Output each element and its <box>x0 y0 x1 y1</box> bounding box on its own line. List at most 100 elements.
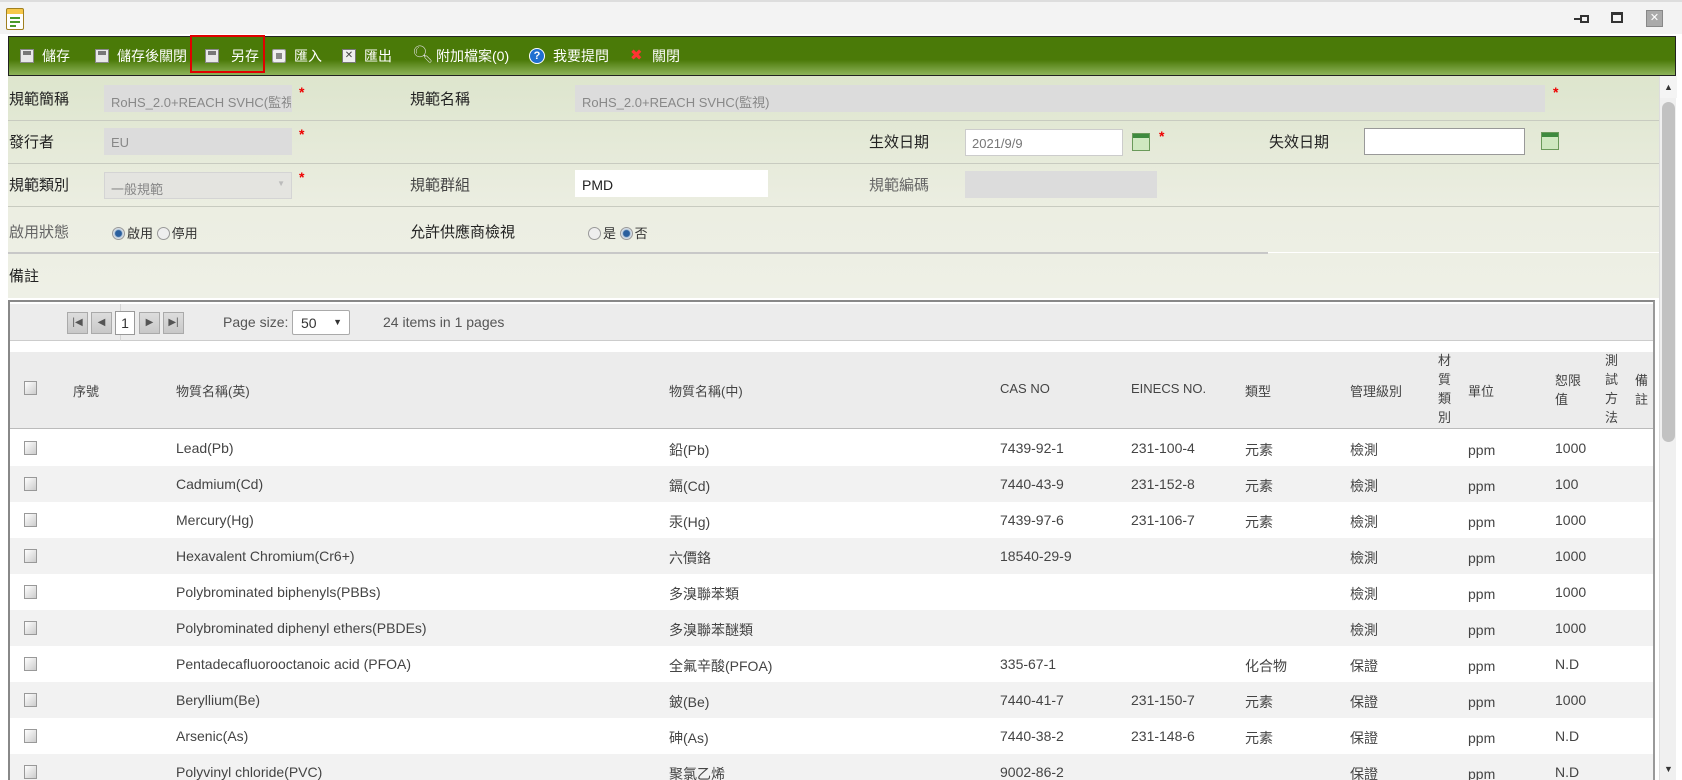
row-checkbox[interactable] <box>24 621 37 635</box>
cell-en: Polybrominated biphenyls(PBBs) <box>176 584 381 600</box>
table-row[interactable]: Pentadecafluorooctanoic acid (PFOA) 全氟辛酸(… <box>10 646 1653 682</box>
col-type[interactable]: 類型 <box>1245 381 1271 400</box>
cell-zh: 鈹(Be) <box>669 694 710 710</box>
col-seq[interactable]: 序號 <box>73 381 99 400</box>
scrollbar-thumb[interactable] <box>1662 102 1675 442</box>
col-unit[interactable]: 單位 <box>1468 381 1494 400</box>
status-enabled-radio[interactable] <box>112 227 125 240</box>
cell-en: Polyvinyl chloride(PVC) <box>176 764 323 780</box>
page-scrollbar[interactable]: ▲ ▼ <box>1659 76 1677 780</box>
row-checkbox[interactable] <box>24 693 37 707</box>
row-checkbox[interactable] <box>24 441 37 455</box>
effective-date-input[interactable]: 2021/9/9 <box>965 129 1123 156</box>
status-disabled-radio[interactable] <box>156 227 170 240</box>
remark-label: 備註 <box>9 268 40 285</box>
maximize-icon[interactable] <box>1611 12 1623 23</box>
cell-cas: 335-67-1 <box>1000 656 1057 672</box>
last-page-icon[interactable]: ▶| <box>163 312 184 334</box>
cell-limit: 1000 <box>1555 548 1587 564</box>
row-checkbox[interactable] <box>24 765 37 779</box>
col-remark[interactable]: 備註 <box>1635 371 1649 409</box>
import-button[interactable]: 匯入 <box>272 43 322 69</box>
col-cas[interactable]: CAS NO <box>1000 381 1050 396</box>
cell-en: Beryllium(Be) <box>176 692 261 708</box>
row-checkbox[interactable] <box>24 549 37 563</box>
col-level[interactable]: 管理級別 <box>1350 381 1402 400</box>
col-limit[interactable]: 恕限值 <box>1555 371 1583 409</box>
group-input[interactable]: PMD <box>575 170 768 197</box>
table-row[interactable]: Lead(Pb) 鉛(Pb) 7439-92-1 231-100-4 元素 檢測 ppm 10… <box>10 430 1653 466</box>
col-test-method[interactable]: 測試方法 <box>1605 351 1619 427</box>
export-label: 匯出 <box>364 48 392 64</box>
required-mark: * <box>299 169 305 185</box>
cell-cas: 7439-92-1 <box>1000 440 1064 456</box>
calendar-icon[interactable] <box>1132 133 1150 151</box>
full-name-label: 規範名稱 <box>410 91 471 108</box>
row-checkbox[interactable] <box>24 513 37 527</box>
scroll-up-arrow-icon[interactable]: ▲ <box>1660 76 1677 98</box>
page-number[interactable]: 1 <box>115 311 135 335</box>
cell-en: Arsenic(As) <box>176 728 249 744</box>
close-icon[interactable]: ✕ <box>1646 10 1663 27</box>
cell-zh: 多溴聯苯類 <box>669 586 739 602</box>
col-material[interactable]: 材質類別 <box>1438 351 1452 427</box>
cell-limit: 1000 <box>1555 692 1587 708</box>
save-button[interactable]: 儲存 <box>20 43 70 69</box>
row-checkbox[interactable] <box>24 729 37 743</box>
calendar-icon[interactable] <box>1541 132 1559 150</box>
cell-type: 元素 <box>1245 514 1273 530</box>
pin-icon[interactable] <box>1574 12 1590 26</box>
row-checkbox[interactable] <box>24 585 37 599</box>
col-einecs[interactable]: EINECS NO. <box>1131 381 1206 396</box>
ask-question-button[interactable]: ? 我要提問 <box>529 43 609 69</box>
cell-level: 檢測 <box>1350 514 1378 530</box>
table-row[interactable]: Cadmium(Cd) 鎘(Cd) 7440-43-9 231-152-8 元素 檢測 pp… <box>10 466 1653 502</box>
export-button[interactable]: ✕ 匯出 <box>342 43 392 69</box>
magnifier-icon: 🔍︎ <box>412 45 434 64</box>
cell-level: 保證 <box>1350 658 1378 674</box>
table-row[interactable]: Polybrominated diphenyl ethers(PBDEs) 多溴聯… <box>10 610 1653 646</box>
supplier-view-no-radio[interactable] <box>619 227 633 240</box>
page-size-select[interactable]: 50 ▼ <box>292 310 350 335</box>
category-select[interactable]: 一般規範 ▼ <box>104 172 292 199</box>
save-and-close-button[interactable]: 儲存後關閉 <box>95 43 187 69</box>
row-checkbox[interactable] <box>24 477 37 491</box>
table-row[interactable]: Beryllium(Be) 鈹(Be) 7440-41-7 231-150-7 元素 保證… <box>10 682 1653 718</box>
cell-level: 檢測 <box>1350 622 1378 638</box>
substance-grid: |◀ ◀ 1 ▶ ▶| Page size: 50 ▼ 24 items in 1… <box>8 300 1655 780</box>
cell-einecs: 231-100-4 <box>1131 440 1195 456</box>
table-row[interactable]: Arsenic(As) 砷(As) 7440-38-2 231-148-6 元素 保證 pp… <box>10 718 1653 754</box>
expiry-date-input[interactable] <box>1364 128 1525 155</box>
table-header: 序號 物質名稱(英) 物質名稱(中) CAS NO EINECS NO. 類型 … <box>10 352 1653 429</box>
col-name-zh[interactable]: 物質名稱(中) <box>669 381 743 400</box>
code-input[interactable] <box>965 171 1157 198</box>
supplier-view-yes-radio[interactable] <box>588 227 601 240</box>
export-icon: ✕ <box>342 49 356 63</box>
group-label: 規範群組 <box>410 177 471 194</box>
full-name-input[interactable]: RoHS_2.0+REACH SVHC(監視) <box>575 85 1545 112</box>
cell-en: Polybrominated diphenyl ethers(PBDEs) <box>176 620 427 636</box>
next-page-icon[interactable]: ▶ <box>139 312 160 334</box>
save-close-label: 儲存後關閉 <box>117 48 187 64</box>
cell-type: 元素 <box>1245 694 1273 710</box>
supplier-view-label: 允許供應商檢視 <box>410 224 516 241</box>
col-name-en[interactable]: 物質名稱(英) <box>176 381 250 400</box>
table-row[interactable]: Polybrominated biphenyls(PBBs) 多溴聯苯類 檢測 ppm… <box>10 574 1653 610</box>
divider <box>8 120 1659 121</box>
scroll-down-arrow-icon[interactable]: ▼ <box>1660 758 1677 780</box>
cell-unit: ppm <box>1468 514 1496 530</box>
issuer-input[interactable]: EU <box>104 128 292 155</box>
close-button[interactable]: ✖ 關閉 <box>630 43 680 69</box>
select-all-checkbox[interactable] <box>24 381 37 395</box>
table-row[interactable]: Polyvinyl chloride(PVC) 聚氯乙烯 9002-86-2 保證 pp… <box>10 754 1653 780</box>
cell-limit: 1000 <box>1555 620 1587 636</box>
attachments-button[interactable]: 🔍︎ 附加檔案(0) <box>412 43 509 69</box>
table-row[interactable]: Hexavalent Chromium(Cr6+) 六價鉻 18540-29-9 檢測… <box>10 538 1653 574</box>
prev-page-icon[interactable]: ◀ <box>91 312 112 334</box>
short-name-input[interactable]: RoHS_2.0+REACH SVHC(監視 <box>104 85 292 112</box>
row-checkbox[interactable] <box>24 657 37 671</box>
table-row[interactable]: Mercury(Hg) 汞(Hg) 7439-97-6 231-106-7 元素 檢測 pp… <box>10 502 1653 538</box>
cell-limit: 1000 <box>1555 512 1587 528</box>
cell-zh: 全氟辛酸(PFOA) <box>669 658 773 674</box>
first-page-icon[interactable]: |◀ <box>67 312 88 334</box>
